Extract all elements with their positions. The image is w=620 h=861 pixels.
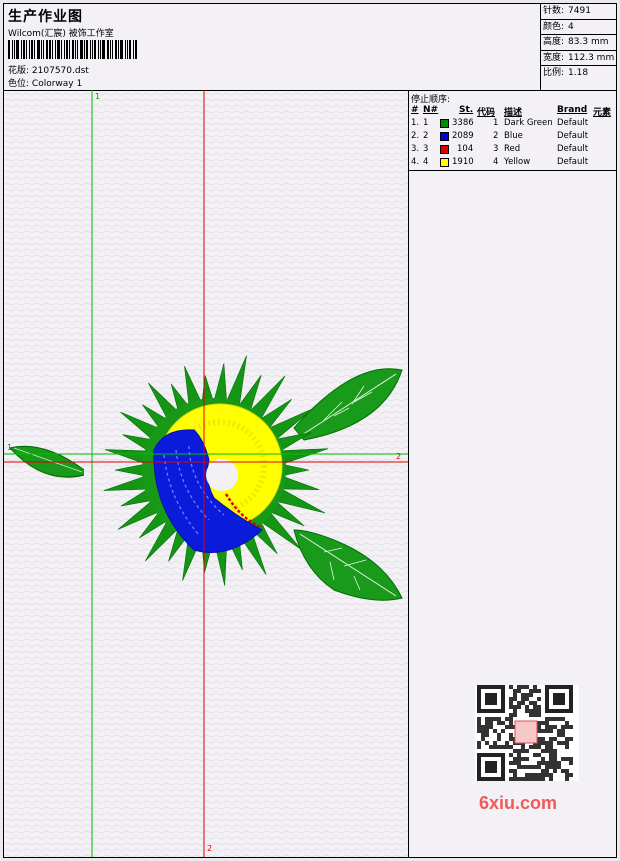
stat-label: 高度: <box>543 37 565 48</box>
stop-row: 2. 2 2089 2 Blue Default <box>409 131 616 144</box>
barcode <box>8 40 146 59</box>
qr-code <box>475 685 579 781</box>
sheet-header: 生产作业图 Wilcom(汇宸) 被饰工作室 花版: 2107570.dst 色… <box>4 4 617 91</box>
stat-label: 比例: <box>543 68 565 79</box>
stat-colors: 颜色: 4 <box>541 20 617 36</box>
stat-label: 颜色: <box>543 21 565 32</box>
axis-label-v1: 1 <box>95 92 101 101</box>
axis-label-h2: 2 <box>396 452 402 461</box>
page-title: 生产作业图 <box>8 9 83 25</box>
design-stats: 针数: 7491 颜色: 4 高度: 83.3 mm 宽度: 112.3 mm 比例: 1… <box>540 4 617 90</box>
stat-scale: 比例: 1.18 <box>541 66 617 81</box>
embroidery-drawing <box>4 90 408 857</box>
row-desc: Red <box>504 144 521 154</box>
color-swatch <box>440 119 449 128</box>
production-sheet: 生产作业图 Wilcom(汇宸) 被饰工作室 花版: 2107570.dst 色… <box>3 3 617 858</box>
row-num: 1. <box>411 118 420 128</box>
row-code: 1 <box>493 118 499 128</box>
col-header-stitches: St. <box>459 105 474 115</box>
stat-label: 宽度: <box>543 52 565 63</box>
site-watermark: 6xiu.com <box>479 793 558 813</box>
stop-sequence-table: 停止顺序: # N# St. 代码 描述 Brand 元素 1. 1 3386 … <box>409 90 616 171</box>
design-file-line: 花版: 2107570.dst <box>8 63 89 76</box>
col-header-brand: Brand <box>557 105 588 115</box>
side-panel: 停止顺序: # N# St. 代码 描述 Brand 元素 1. 1 3386 … <box>409 90 616 857</box>
stat-stitches: 针数: 7491 <box>541 4 617 20</box>
row-needle: 4 <box>423 157 429 167</box>
row-num: 4. <box>411 157 420 167</box>
stat-value: 112.3 mm <box>568 52 615 63</box>
col-header-code: 代码 <box>477 108 496 118</box>
stop-sequence-title: 停止顺序: <box>411 95 451 105</box>
row-code: 2 <box>493 131 499 141</box>
stat-value: 1.18 <box>568 68 589 79</box>
color-swatch <box>440 158 449 167</box>
colorway-line: 色位: Colorway 1 <box>8 76 82 89</box>
stat-value: 83.3 mm <box>568 37 609 48</box>
axis-label-h1: 1 <box>7 443 13 452</box>
stat-value: 4 <box>568 21 574 32</box>
row-desc: Dark Green <box>504 118 553 128</box>
row-code: 4 <box>493 157 499 167</box>
row-brand: Default <box>557 157 589 167</box>
row-needle: 2 <box>423 131 429 141</box>
stat-label: 针数: <box>543 6 565 16</box>
row-brand: Default <box>557 118 589 128</box>
col-header-element: 元素 <box>593 108 612 118</box>
stop-row: 1. 1 3386 1 Dark Green Default <box>409 118 616 131</box>
design-file-label: 花版: <box>8 66 30 76</box>
row-stitches: 104 <box>457 144 474 154</box>
row-needle: 1 <box>423 118 429 128</box>
row-num: 3. <box>411 144 420 154</box>
company-name: Wilcom(汇宸) 被饰工作室 <box>8 29 114 39</box>
stat-value: 7491 <box>568 6 591 16</box>
colorway-value: Colorway 1 <box>31 79 83 89</box>
row-needle: 3 <box>423 144 429 154</box>
col-header-needle: N# <box>423 105 439 115</box>
stat-width: 宽度: 112.3 mm <box>541 51 617 67</box>
row-stitches: 2089 <box>452 131 474 141</box>
row-desc: Yellow <box>504 157 531 167</box>
design-preview: 1 1 2 2 <box>4 90 409 857</box>
color-swatch <box>440 132 449 141</box>
color-swatch <box>440 145 449 154</box>
col-header-index: # <box>411 105 419 115</box>
colorway-label: 色位: <box>8 79 30 89</box>
axis-label-v2: 2 <box>207 844 213 853</box>
row-desc: Blue <box>504 131 523 141</box>
design-file-name: 2107570.dst <box>31 66 89 76</box>
col-header-desc: 描述 <box>504 108 523 118</box>
row-code: 3 <box>493 144 499 154</box>
row-stitches: 1910 <box>452 157 474 167</box>
row-brand: Default <box>557 144 589 154</box>
stat-height: 高度: 83.3 mm <box>541 35 617 51</box>
row-brand: Default <box>557 131 589 141</box>
row-stitches: 3386 <box>452 118 474 128</box>
row-num: 2. <box>411 131 420 141</box>
stop-row: 4. 4 1910 4 Yellow Default <box>409 157 616 170</box>
stop-row: 3. 3 104 3 Red Default <box>409 144 616 157</box>
